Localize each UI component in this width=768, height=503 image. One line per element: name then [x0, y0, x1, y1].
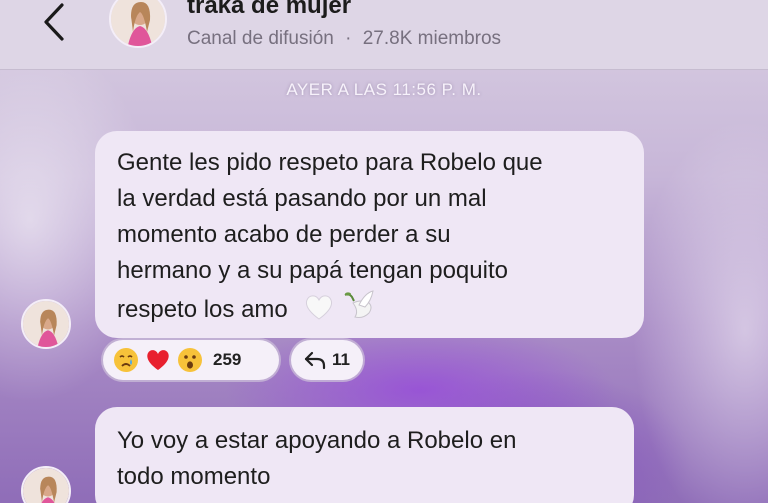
reactions-pill[interactable]: 259	[103, 340, 279, 380]
message-bubble[interactable]: Yo voy a estar apoyando a Robelo en todo…	[95, 407, 634, 503]
reaction-count: 259	[213, 350, 242, 369]
red-heart-icon	[147, 350, 169, 370]
chevron-left-icon	[44, 3, 64, 41]
sender-avatar[interactable]	[21, 299, 71, 349]
message-line: Yo voy a estar apoyando a Robelo en	[117, 427, 517, 454]
crying-face-icon	[114, 348, 138, 372]
message-line: momento acabo de perder a su	[117, 221, 451, 248]
channel-title[interactable]: traka de mujer	[187, 0, 351, 20]
date-separator: AYER A LAS 11:56 P. M.	[286, 80, 482, 99]
message-bubble[interactable]: Gente les pido respeto para Robelo que l…	[95, 131, 644, 338]
message-line: respeto los amo	[117, 289, 624, 328]
reply-arrow-icon	[304, 351, 326, 370]
surprised-face-icon	[178, 348, 202, 372]
channel-type: Canal de difusión	[187, 28, 334, 49]
channel-subtitle: Canal de difusión · 27.8K miembros	[187, 28, 501, 50]
message-line: la verdad está pasando por un mal	[117, 185, 487, 212]
channel-avatar[interactable]	[109, 0, 167, 48]
meta-separator: ·	[345, 28, 352, 49]
replies-pill[interactable]: 11	[291, 340, 363, 380]
dove-icon	[344, 290, 374, 318]
message-text: respeto los amo	[117, 296, 288, 323]
message-line: hermano y a su papá tengan poquito	[117, 257, 508, 284]
channel-header: traka de mujer Canal de difusión · 27.8K…	[0, 0, 768, 70]
message-line: Gente les pido respeto para Robelo que	[117, 149, 543, 176]
white-heart-icon	[306, 295, 333, 320]
reply-count: 11	[332, 350, 350, 369]
message-line: todo momento	[117, 463, 271, 490]
back-button[interactable]	[34, 3, 74, 41]
member-count: 27.8K miembros	[362, 28, 502, 49]
